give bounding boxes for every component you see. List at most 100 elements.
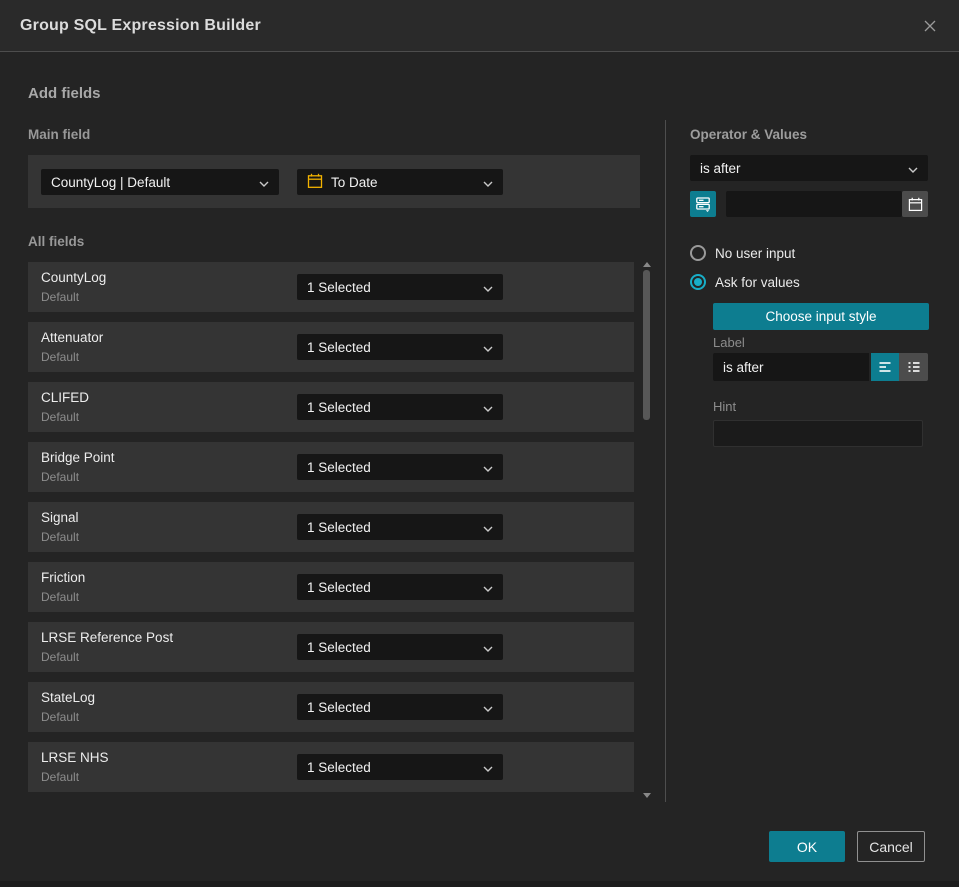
chevron-down-icon [259,175,269,190]
field-selected-value: 1 Selected [307,579,371,595]
field-selected-value: 1 Selected [307,519,371,535]
field-stack-icon [695,196,711,212]
hint-input[interactable] [713,420,923,447]
align-left-icon [877,359,893,375]
operator-values-heading: Operator & Values [690,127,808,142]
dialog-title: Group SQL Expression Builder [20,16,261,34]
operator-select[interactable]: is after [690,155,928,181]
chevron-down-icon [483,280,493,295]
field-row: CLIFED Default 1 Selected [28,382,634,432]
field-selected-dropdown[interactable]: 1 Selected [297,634,503,660]
radio-no-user-input[interactable]: No user input [690,245,795,261]
field-selected-value: 1 Selected [307,279,371,295]
scrollbar-thumb[interactable] [643,270,650,420]
field-row: CountyLog Default 1 Selected [28,262,634,312]
field-subtitle: Default [41,650,80,664]
field-selected-value: 1 Selected [307,399,371,415]
calendar-picker-button[interactable] [902,191,928,217]
field-selected-dropdown[interactable]: 1 Selected [297,694,503,720]
field-selected-value: 1 Selected [307,759,371,775]
radio-icon [690,274,706,290]
close-icon [921,20,939,38]
field-row: Attenuator Default 1 Selected [28,322,634,372]
field-row: Signal Default 1 Selected [28,502,634,552]
field-selected-value: 1 Selected [307,699,371,715]
field-name: Signal [41,510,79,525]
main-date-select-value: To Date [331,174,378,190]
field-name: Bridge Point [41,450,115,465]
choose-input-style-button[interactable]: Choose input style [713,303,929,330]
scroll-down-arrow-icon[interactable] [643,793,651,798]
chevron-down-icon [483,340,493,355]
dialog-header: Group SQL Expression Builder [0,0,959,52]
list-style-button[interactable] [899,353,928,381]
operator-select-value: is after [700,160,741,176]
field-name: StateLog [41,690,96,705]
field-name: CountyLog [41,270,107,285]
field-selected-dropdown[interactable]: 1 Selected [297,754,503,780]
chevron-down-icon [483,460,493,475]
date-value-input[interactable] [726,191,902,217]
all-fields-heading: All fields [28,234,85,249]
field-subtitle: Default [41,590,80,604]
label-input[interactable] [713,353,869,381]
calendar-icon [908,197,923,212]
radio-icon [690,245,706,261]
field-subtitle: Default [41,470,80,484]
calendar-icon [307,173,323,192]
main-date-select[interactable]: To Date [297,169,503,195]
field-selected-value: 1 Selected [307,459,371,475]
chevron-down-icon [483,760,493,775]
add-fields-heading: Add fields [28,85,101,102]
scroll-up-arrow-icon[interactable] [643,262,651,267]
field-name: Attenuator [41,330,104,345]
set-from-field-button[interactable] [690,191,716,217]
value-input-row [690,191,928,217]
field-subtitle: Default [41,350,80,364]
field-subtitle: Default [41,290,80,304]
main-field-select-value: CountyLog | Default [51,174,171,190]
field-selected-dropdown[interactable]: 1 Selected [297,514,503,540]
field-subtitle: Default [41,530,80,544]
chevron-down-icon [483,640,493,655]
all-fields-list: CountyLog Default 1 Selected Attenuator … [28,262,634,802]
field-selected-value: 1 Selected [307,339,371,355]
ok-button[interactable]: OK [769,831,845,862]
label-caption: Label [713,335,745,350]
chevron-down-icon [483,580,493,595]
field-row: Bridge Point Default 1 Selected [28,442,634,492]
list-scrollbar[interactable] [641,258,653,804]
main-field-select[interactable]: CountyLog | Default [41,169,279,195]
field-selected-dropdown[interactable]: 1 Selected [297,574,503,600]
field-subtitle: Default [41,710,80,724]
field-row: Friction Default 1 Selected [28,562,634,612]
field-name: LRSE Reference Post [41,630,174,645]
field-name: CLIFED [41,390,90,405]
field-name: LRSE NHS [41,750,109,765]
label-input-row [713,353,928,381]
cancel-button[interactable]: Cancel [857,831,925,862]
field-selected-dropdown[interactable]: 1 Selected [297,274,503,300]
dialog-bottom-edge [0,881,959,887]
chevron-down-icon [483,520,493,535]
field-subtitle: Default [41,410,80,424]
field-subtitle: Default [41,770,80,784]
field-selected-dropdown[interactable]: 1 Selected [297,394,503,420]
main-field-panel: CountyLog | Default To Date [28,155,640,208]
field-selected-value: 1 Selected [307,639,371,655]
bullet-list-icon [906,359,922,375]
chevron-down-icon [483,700,493,715]
single-line-style-button[interactable] [871,353,899,381]
field-name: Friction [41,570,86,585]
radio-ask-for-values-label: Ask for values [715,274,800,290]
chevron-down-icon [483,175,493,190]
field-selected-dropdown[interactable]: 1 Selected [297,454,503,480]
panel-divider [665,120,666,802]
radio-ask-for-values[interactable]: Ask for values [690,274,800,290]
close-button[interactable] [917,13,943,39]
chevron-down-icon [908,161,918,176]
field-row: LRSE NHS Default 1 Selected [28,742,634,792]
field-selected-dropdown[interactable]: 1 Selected [297,334,503,360]
hint-caption: Hint [713,399,737,414]
chevron-down-icon [483,400,493,415]
